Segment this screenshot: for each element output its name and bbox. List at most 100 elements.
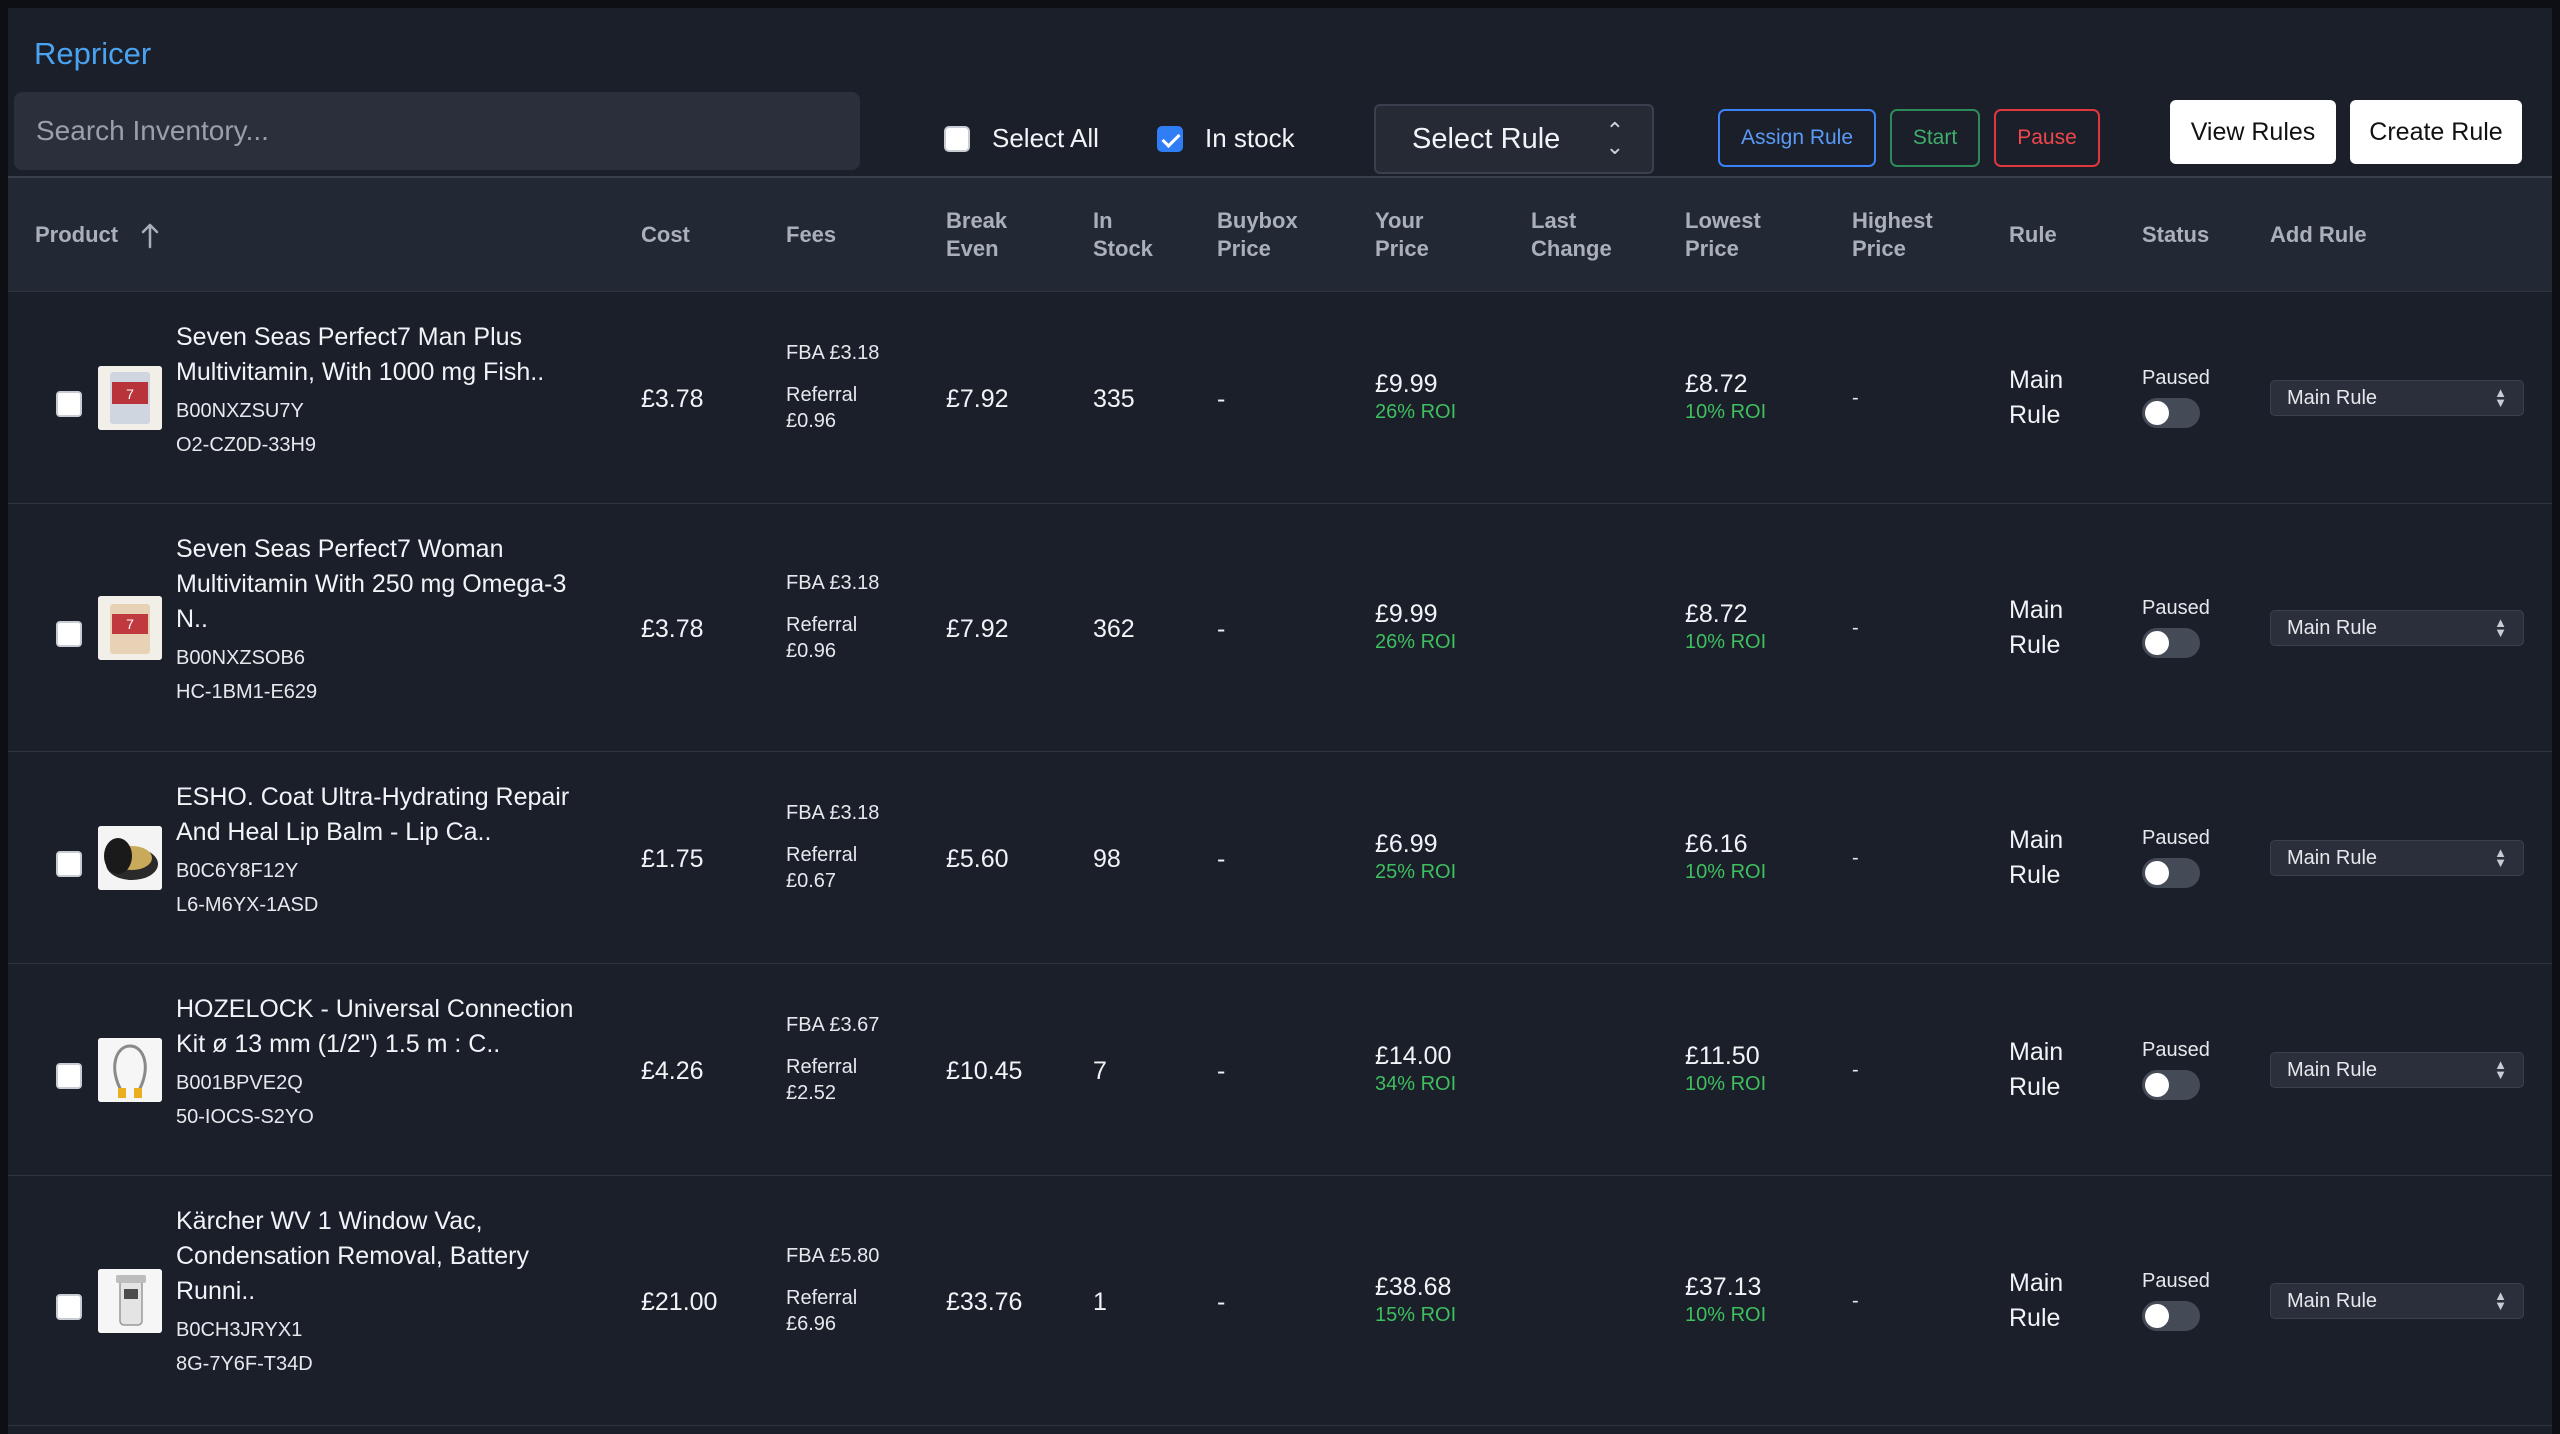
product-sku: O2-CZ0D-33H9 xyxy=(176,434,317,456)
column-header-fees[interactable]: Fees xyxy=(786,221,836,249)
product-sku: L6-M6YX-1ASD xyxy=(176,894,319,916)
product-info: ESHO. Coat Ultra-Hydrating Repair And Hea… xyxy=(176,780,596,918)
status-cell: Paused xyxy=(2142,1270,2210,1331)
product-asin: B00NXZSOB6 xyxy=(176,647,305,669)
row-checkbox[interactable] xyxy=(56,621,82,647)
status-toggle[interactable] xyxy=(2142,1070,2200,1100)
add-rule-select[interactable]: Main Rule ▲ ▼ xyxy=(2270,1052,2524,1088)
column-header-buybox-price[interactable]: Buybox Price xyxy=(1217,207,1298,263)
search-input[interactable] xyxy=(14,92,860,170)
status-toggle[interactable] xyxy=(2142,628,2200,658)
arrow-up-icon[interactable] xyxy=(140,222,160,250)
column-header-add-rule[interactable]: Add Rule xyxy=(2270,221,2367,249)
your-price: £6.99 25% ROI xyxy=(1375,830,1457,883)
chevron-up-down-icon: ▲ ▼ xyxy=(2494,845,2507,870)
product-asin: B0C6Y8F12Y xyxy=(176,860,299,882)
assign-rule-button[interactable]: Assign Rule xyxy=(1718,109,1876,167)
product-name[interactable]: ESHO. Coat Ultra-Hydrating Repair And Hea… xyxy=(176,780,596,850)
table-row: HOZELOCK - Universal Connection Kit ø 13 … xyxy=(8,964,2552,1176)
add-rule-select[interactable]: Main Rule ▲ ▼ xyxy=(2270,380,2524,416)
chevron-up-down-icon: ▲ ▼ xyxy=(2494,1057,2507,1082)
product-asin: B001BPVE2Q xyxy=(176,1072,303,1094)
break-even-value: £7.92 xyxy=(946,615,1009,643)
column-header-product[interactable]: Product xyxy=(35,221,118,249)
product-asin: B00NXZSU7Y xyxy=(176,400,304,422)
status-toggle[interactable] xyxy=(2142,858,2200,888)
create-rule-button[interactable]: Create Rule xyxy=(2350,100,2522,164)
your-price: £9.99 26% ROI xyxy=(1375,600,1457,653)
svg-text:7: 7 xyxy=(126,616,134,632)
product-sku: 50-IOCS-S2YO xyxy=(176,1106,314,1128)
row-checkbox[interactable] xyxy=(56,851,82,877)
product-name[interactable]: Kärcher WV 1 Window Vac, Condensation Rem… xyxy=(176,1204,596,1309)
start-button[interactable]: Start xyxy=(1890,109,1980,167)
product-info: Seven Seas Perfect7 Woman Multivitamin Wi… xyxy=(176,532,596,705)
svg-text:7: 7 xyxy=(126,386,134,402)
product-name[interactable]: Seven Seas Perfect7 Man Plus Multivitamin… xyxy=(176,320,596,390)
status-label: Paused xyxy=(2142,367,2210,389)
row-checkbox[interactable] xyxy=(56,391,82,417)
lowest-price: £6.16 10% ROI xyxy=(1685,830,1767,883)
product-asin: B0CH3JRYX1 xyxy=(176,1319,303,1341)
in-stock-checkbox[interactable] xyxy=(1157,125,1183,152)
column-header-last-change[interactable]: Last Change xyxy=(1531,207,1612,263)
add-rule-select[interactable]: Main Rule ▲ ▼ xyxy=(2270,610,2524,646)
row-checkbox[interactable] xyxy=(56,1294,82,1320)
lowest-price: £8.72 10% ROI xyxy=(1685,600,1767,653)
select-all-toggle[interactable]: Select All xyxy=(944,123,1099,154)
fees-breakdown: FBA £3.18 Referral £0.96 xyxy=(786,342,880,432)
column-header-highest-price[interactable]: Highest Price xyxy=(1852,207,1933,263)
column-header-in-stock[interactable]: In Stock xyxy=(1093,207,1153,263)
break-even-value: £7.92 xyxy=(946,385,1009,413)
product-name[interactable]: HOZELOCK - Universal Connection Kit ø 13 … xyxy=(176,992,596,1062)
product-image: 7 xyxy=(98,366,162,430)
in-stock-value: 98 xyxy=(1093,845,1121,873)
fees-breakdown: FBA £5.80 Referral £6.96 xyxy=(786,1245,880,1335)
column-header-your-price[interactable]: Your Price xyxy=(1375,207,1429,263)
column-header-cost[interactable]: Cost xyxy=(641,221,690,249)
status-label: Paused xyxy=(2142,1039,2210,1061)
column-header-break-even[interactable]: Break Even xyxy=(946,207,1007,263)
status-toggle[interactable] xyxy=(2142,1301,2200,1331)
table-row: 7 Seven Seas Perfect7 Woman Multivitamin … xyxy=(8,504,2552,752)
select-all-checkbox[interactable] xyxy=(944,125,970,152)
product-image xyxy=(98,1038,162,1102)
status-label: Paused xyxy=(2142,597,2210,619)
rule-value: Main Rule xyxy=(2009,366,2064,429)
table-row: ESHO. Coat Ultra-Hydrating Repair And Hea… xyxy=(8,752,2552,964)
row-checkbox[interactable] xyxy=(56,1063,82,1089)
buybox-price-value: - xyxy=(1217,1288,1226,1316)
buybox-price-value: - xyxy=(1217,615,1226,643)
highest-price-value: - xyxy=(1852,1059,1859,1081)
product-info: HOZELOCK - Universal Connection Kit ø 13 … xyxy=(176,992,596,1130)
table-row: 7 Seven Seas Perfect7 Man Plus Multivitam… xyxy=(8,292,2552,504)
status-toggle[interactable] xyxy=(2142,398,2200,428)
add-rule-select[interactable]: Main Rule ▲ ▼ xyxy=(2270,1283,2524,1319)
in-stock-value: 1 xyxy=(1093,1288,1107,1316)
product-info: Kärcher WV 1 Window Vac, Condensation Rem… xyxy=(176,1204,596,1377)
in-stock-value: 362 xyxy=(1093,615,1135,643)
status-cell: Paused xyxy=(2142,597,2210,658)
product-image xyxy=(98,826,162,890)
status-cell: Paused xyxy=(2142,1039,2210,1100)
rule-value: Main Rule xyxy=(2009,1269,2064,1332)
lowest-price: £37.13 10% ROI xyxy=(1685,1273,1767,1326)
highest-price-value: - xyxy=(1852,1290,1859,1312)
product-name[interactable]: Seven Seas Perfect7 Woman Multivitamin Wi… xyxy=(176,532,596,637)
column-header-status[interactable]: Status xyxy=(2142,221,2209,249)
buybox-price-value: - xyxy=(1217,385,1226,413)
your-price: £14.00 34% ROI xyxy=(1375,1042,1457,1095)
add-rule-select[interactable]: Main Rule ▲ ▼ xyxy=(2270,840,2524,876)
in-stock-toggle[interactable]: In stock xyxy=(1157,123,1295,154)
in-stock-value: 7 xyxy=(1093,1057,1107,1085)
your-price: £9.99 26% ROI xyxy=(1375,370,1457,423)
cost-value: £4.26 xyxy=(641,1057,704,1085)
column-header-rule[interactable]: Rule xyxy=(2009,221,2057,249)
pause-button[interactable]: Pause xyxy=(1994,109,2100,167)
rule-value: Main Rule xyxy=(2009,1038,2064,1101)
column-header-lowest-price[interactable]: Lowest Price xyxy=(1685,207,1761,263)
select-rule-dropdown[interactable]: Select Rule ⌃ ⌄ xyxy=(1374,104,1654,174)
break-even-value: £33.76 xyxy=(946,1288,1023,1316)
your-price: £38.68 15% ROI xyxy=(1375,1273,1457,1326)
view-rules-button[interactable]: View Rules xyxy=(2170,100,2336,164)
